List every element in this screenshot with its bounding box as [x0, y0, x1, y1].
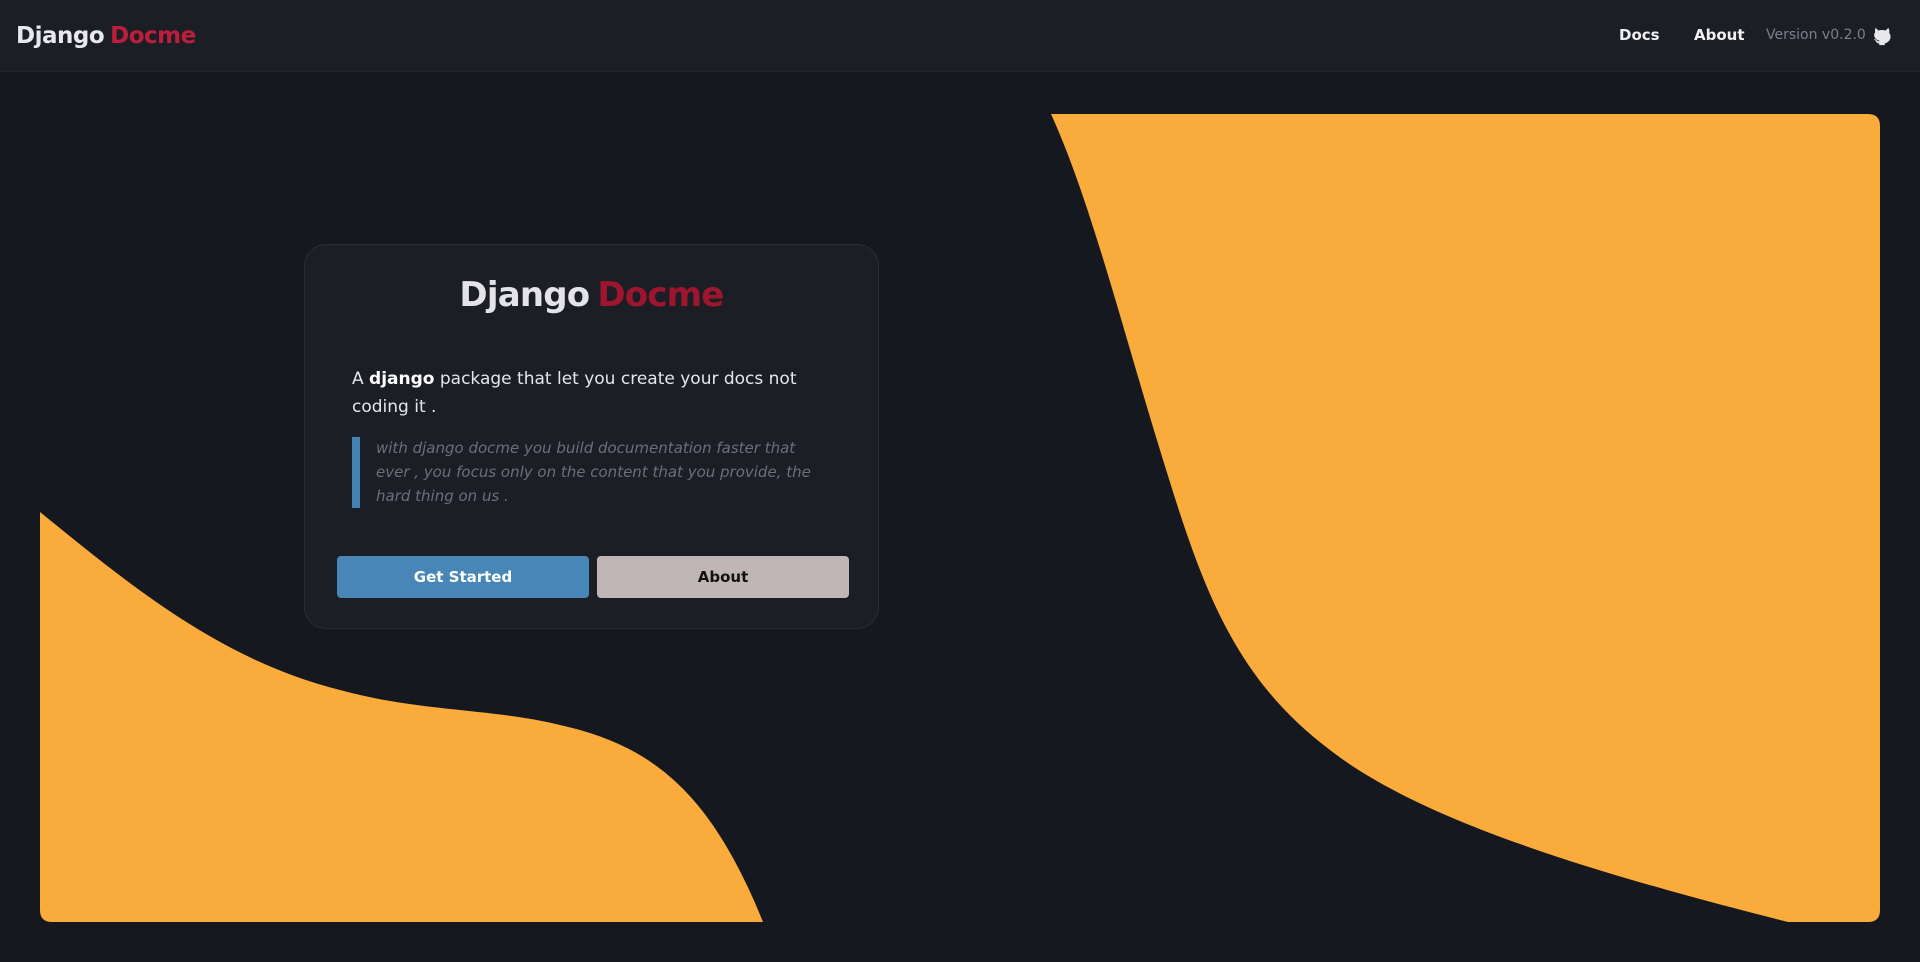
nav-about-link[interactable]: About	[1694, 26, 1745, 44]
quote-accent-bar	[352, 437, 360, 508]
hero-title: Django Docme	[305, 275, 878, 315]
nav-docs-link[interactable]: Docs	[1619, 26, 1660, 44]
background-shapes	[40, 114, 1880, 922]
hero-title-second: Docme	[597, 275, 724, 315]
right-orange-shape	[1051, 114, 1880, 922]
version-label: Version v0.2.0	[1766, 27, 1866, 43]
github-icon[interactable]	[1871, 25, 1893, 47]
hero-title-first: Django	[459, 275, 590, 315]
navbar: Django Docme Docs About Version v0.2.0	[0, 0, 1920, 72]
brand-logo[interactable]: Django Docme	[16, 0, 196, 72]
about-button[interactable]: About	[597, 556, 849, 598]
hero-description-prefix: A	[352, 369, 370, 389]
hero-description-highlight: django	[369, 369, 435, 389]
quote-text: with django docme you build documentatio…	[376, 439, 811, 505]
hero-description: A django package that let you create you…	[352, 365, 842, 421]
brand-name-second: Docme	[110, 23, 196, 49]
hero-card: Django Docme A django package that let yo…	[304, 244, 879, 629]
hero-quote: with django docme you build documentatio…	[352, 436, 822, 509]
get-started-button[interactable]: Get Started	[337, 556, 589, 598]
brand-name-first: Django	[16, 23, 105, 49]
